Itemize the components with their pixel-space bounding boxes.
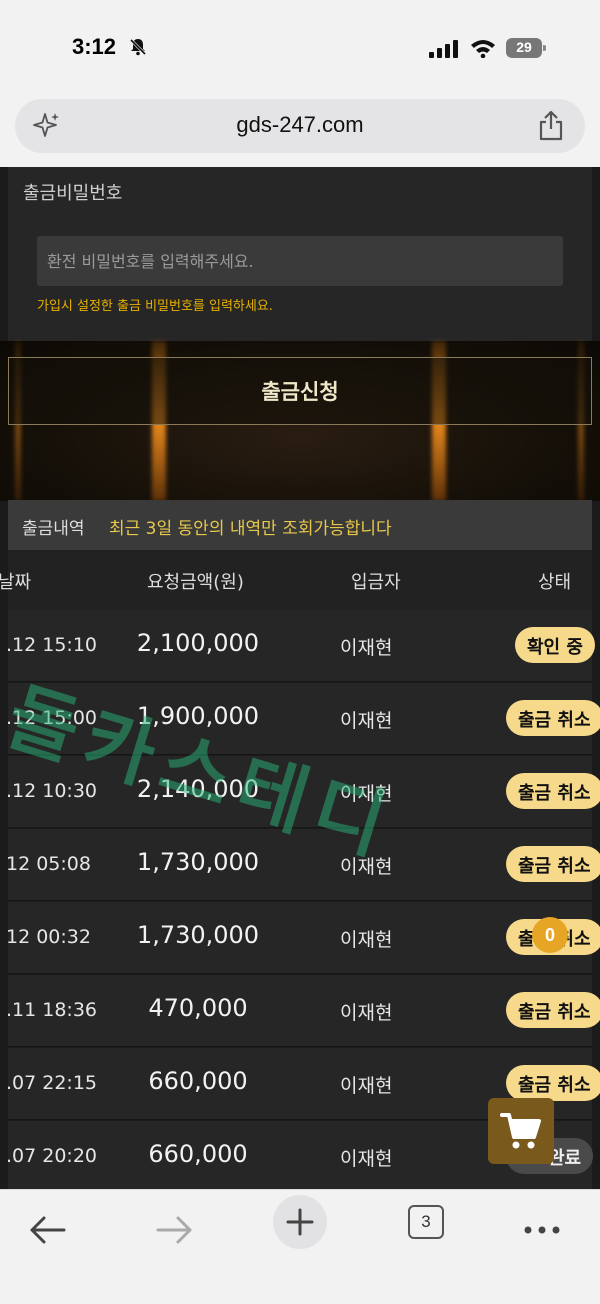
clock: 3:12 (72, 34, 117, 59)
url-text[interactable]: gds-247.com (15, 112, 585, 138)
cart-count-badge: 0 (532, 917, 568, 953)
status-badge: 출금 취소 (506, 700, 600, 736)
cart-button[interactable] (488, 1098, 554, 1164)
row-depositor: 이재현 (340, 856, 393, 878)
plus-icon (286, 1208, 314, 1236)
withdraw-password-panel: 출금비밀번호 가입시 설정한 출금 비밀번호를 입력하세요. (8, 167, 592, 341)
row-amount: 660,000 (148, 1067, 248, 1095)
row-amount: 1,900,000 (136, 702, 260, 730)
status-badge: 확인 중 (515, 627, 595, 663)
battery-indicator: 29 (506, 38, 546, 58)
row-amount: 1,730,000 (136, 921, 260, 949)
browser-toolbar: 3 (0, 1189, 600, 1304)
row-depositor: 이재현 (340, 710, 393, 732)
share-icon[interactable] (537, 110, 565, 142)
row-date: .12 15:10 (6, 634, 98, 656)
column-depositor: 입금자 (351, 572, 401, 593)
table-header: 날짜 요청금액(원) 입금자 상태 (0, 550, 592, 610)
banner-background: 출금신청 (0, 341, 600, 501)
row-date: .12 15:00 (6, 707, 98, 729)
row-date: 12 00:32 (6, 926, 91, 948)
history-note: 최근 3일 동안의 내역만 조회가능합니다 (109, 519, 392, 539)
battery-level: 29 (516, 39, 532, 55)
row-date: .11 18:36 (6, 999, 98, 1021)
tabs-button[interactable]: 3 (408, 1205, 444, 1239)
withdraw-password-input[interactable] (37, 236, 563, 286)
more-options-icon[interactable] (516, 1204, 568, 1256)
address-bar[interactable]: gds-247.com (15, 99, 585, 153)
bell-slash-icon (129, 38, 147, 56)
wifi-icon (471, 40, 495, 58)
row-depositor: 이재현 (340, 1148, 393, 1170)
status-bar: 3:12 29 (0, 0, 600, 92)
row-depositor: 이재현 (340, 1075, 393, 1097)
column-status: 상태 (538, 572, 572, 593)
row-date: .07 22:15 (6, 1072, 98, 1094)
cart-icon (500, 1113, 541, 1149)
table-row: .12 10:30 2,140,000 이재현 출금 취소 (6, 756, 600, 828)
status-badge: 출금 취소 (506, 773, 600, 809)
row-amount: 660,000 (148, 1140, 248, 1168)
table-row: .11 18:36 470,000 이재현 출금 취소 (6, 975, 600, 1047)
row-depositor: 이재현 (340, 1002, 393, 1024)
table-row: 12 00:32 1,730,000 이재현 출금 취소 (6, 902, 600, 974)
back-arrow-icon[interactable] (22, 1204, 74, 1256)
status-badge: 출금 취소 (506, 992, 600, 1028)
table-row: 12 05:08 1,730,000 이재현 출금 취소 (6, 829, 600, 901)
web-content: 출금비밀번호 가입시 설정한 출금 비밀번호를 입력하세요. 출금신청 출금내역… (0, 167, 600, 1189)
row-depositor: 이재현 (340, 637, 393, 659)
withdraw-password-label: 출금비밀번호 (23, 183, 123, 204)
column-amount: 요청금액(원) (147, 572, 244, 593)
row-amount: 1,730,000 (136, 848, 260, 876)
row-depositor: 이재현 (340, 783, 393, 805)
row-amount: 2,140,000 (136, 775, 260, 803)
table-row: .12 15:00 1,900,000 이재현 출금 취소 (6, 683, 600, 755)
status-badge: 출금 취소 (506, 1065, 600, 1101)
row-date: .07 20:20 (6, 1145, 98, 1167)
withdraw-password-hint: 가입시 설정한 출금 비밀번호를 입력하세요. (37, 299, 273, 314)
cellular-signal-icon (429, 40, 458, 58)
status-badge: 출금 취소 (506, 846, 600, 882)
row-date: 12 05:08 (6, 853, 91, 875)
new-tab-button[interactable] (273, 1195, 327, 1249)
table-row: .12 15:10 2,100,000 이재현 확인 중 (6, 610, 595, 682)
history-header: 출금내역 최근 3일 동안의 내역만 조회가능합니다 (8, 500, 592, 550)
row-depositor: 이재현 (340, 929, 393, 951)
row-amount: 470,000 (148, 994, 248, 1022)
forward-arrow-icon[interactable] (148, 1204, 200, 1256)
history-title: 출금내역 (22, 519, 85, 539)
column-date: 날짜 (0, 572, 32, 593)
row-date: .12 10:30 (6, 780, 98, 802)
withdraw-request-button[interactable]: 출금신청 (8, 357, 592, 425)
row-amount: 2,100,000 (136, 629, 260, 657)
